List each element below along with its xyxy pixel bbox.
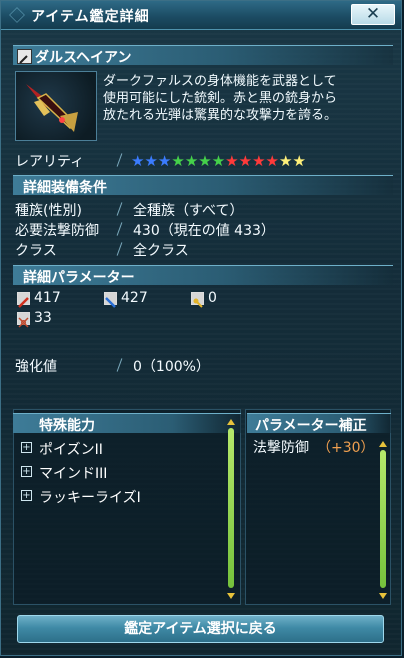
separator-slash	[116, 202, 123, 216]
close-button[interactable]: ✕	[351, 4, 395, 25]
rarity-star-icon: ★	[198, 152, 212, 170]
striking-attack-value: 417	[34, 290, 61, 306]
rarity-star-icon: ★	[157, 152, 172, 170]
parameter-bonus-label: 法撃防御	[253, 440, 309, 456]
item-description: ダークファルスの身体機能を武器として 使用可能にした銃剣。赤と黒の銃身から 放た…	[103, 73, 393, 124]
abilities-scrollbar[interactable]	[228, 428, 234, 588]
scroll-down-arrow-icon[interactable]	[379, 593, 387, 599]
title-decoration	[9, 7, 25, 23]
scroll-up-arrow-icon[interactable]	[227, 419, 235, 425]
required-tec-def-label: 必要法撃防御	[15, 223, 99, 239]
rarity-star-icon: ★	[144, 152, 158, 170]
description-line: 放たれる光弾は驚異的な攻撃力を誇る。	[103, 108, 338, 123]
window-title: アイテム鑑定詳細	[31, 9, 150, 25]
description-line: ダークファルスの身体機能を武器として	[103, 74, 337, 89]
rarity-label: レアリティ	[15, 154, 85, 170]
race-gender-label: 種族(性別)	[15, 203, 82, 219]
parameter-bonus-header: パラメーター補正	[247, 413, 391, 434]
item-name: ダルスヘイアン	[35, 50, 132, 66]
rarity-star-icon: ★	[171, 152, 185, 170]
description-line: 使用可能にした銃剣。赤と黒の銃身から	[103, 91, 338, 106]
rarity-star-icon: ★	[252, 152, 266, 170]
gunslash-icon	[17, 49, 32, 64]
class-label: クラス	[15, 243, 57, 259]
expand-icon[interactable]: +	[21, 466, 32, 477]
ability-item[interactable]: + マインドIII	[19, 463, 219, 483]
ability-label: ポイズンII	[39, 442, 103, 458]
striking-attack-icon	[17, 292, 30, 308]
scroll-up-arrow-icon[interactable]	[379, 441, 387, 447]
required-tec-def-value: 430（現在の値 433）	[133, 223, 275, 239]
ability-label: マインドIII	[39, 466, 108, 482]
rarity-star-icon: ★	[211, 152, 226, 170]
bonus-scrollbar[interactable]	[380, 450, 386, 588]
back-to-selection-button[interactable]: 鑑定アイテム選択に戻る	[17, 615, 384, 643]
technique-attack-icon	[191, 292, 204, 308]
separator-slash	[116, 242, 123, 256]
separator-slash	[116, 222, 123, 236]
rarity-star-icon: ★	[238, 152, 253, 170]
scroll-down-arrow-icon[interactable]	[227, 593, 235, 599]
rarity-star-icon: ★	[131, 152, 145, 170]
ability-item[interactable]: + ポイズンII	[19, 439, 219, 459]
dexterity-value: 33	[34, 310, 52, 326]
parameters-header: 詳細パラメーター	[13, 265, 393, 286]
rarity-star-icon: ★	[184, 152, 199, 170]
parameter-bonus-header-label: パラメーター補正	[255, 418, 367, 434]
ability-item[interactable]: + ラッキーライズI	[19, 487, 219, 507]
enhancement-value: 0（100%）	[133, 359, 210, 375]
requirements-header: 詳細装備条件	[13, 175, 393, 196]
enhancement-label: 強化値	[15, 359, 57, 375]
item-name-header: ダルスヘイアン	[13, 45, 393, 66]
class-value: 全クラス	[133, 243, 189, 259]
parameters-header-label: 詳細パラメーター	[23, 270, 135, 286]
item-appraisal-window: アイテム鑑定詳細 ✕ ダルスヘイアン ダークファルスの身体機能を武器として 使用…	[0, 0, 402, 656]
technique-attack-value: 0	[208, 290, 217, 306]
rarity-star-icon: ★	[225, 152, 239, 170]
rarity-star-icon: ★	[265, 152, 279, 170]
rarity-star-icon: ★	[278, 152, 293, 170]
weapon-thumbnail	[15, 71, 97, 141]
race-gender-value: 全種族（すべて）	[133, 203, 244, 219]
expand-icon[interactable]: +	[21, 490, 32, 501]
rarity-star-icon: ★	[292, 152, 306, 170]
dexterity-icon	[17, 312, 30, 328]
requirements-header-label: 詳細装備条件	[23, 180, 107, 196]
special-abilities-header-label: 特殊能力	[39, 418, 95, 434]
expand-icon[interactable]: +	[21, 442, 32, 453]
title-bar: アイテム鑑定詳細 ✕	[1, 1, 401, 30]
separator-slash	[116, 153, 123, 167]
rarity-stars: ★★★★★★★★★★★★★	[131, 151, 306, 170]
separator-slash	[116, 358, 123, 372]
special-abilities-header: 特殊能力	[13, 413, 241, 434]
ranged-attack-value: 427	[121, 290, 148, 306]
ability-label: ラッキーライズI	[39, 490, 141, 506]
parameter-bonus-value: （+30）	[317, 440, 375, 456]
ranged-attack-icon	[104, 292, 117, 308]
